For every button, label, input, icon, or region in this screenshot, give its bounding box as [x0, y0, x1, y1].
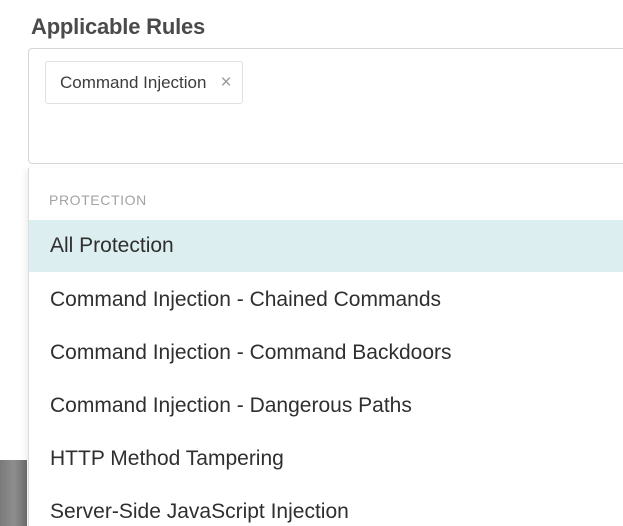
group-header-protection: PROTECTION [49, 192, 147, 208]
option-http-method-tampering[interactable]: HTTP Method Tampering [29, 433, 623, 485]
rules-dropdown-menu: PROTECTION All Protection Command Inject… [28, 168, 623, 526]
option-server-side-javascript-injection[interactable]: Server-Side JavaScript Injection [29, 486, 623, 526]
selected-rule-chip: Command Injection × [45, 61, 243, 104]
field-label: Applicable Rules [31, 14, 206, 39]
close-icon[interactable]: × [220, 73, 231, 92]
option-command-injection-chained-commands[interactable]: Command Injection - Chained Commands [29, 274, 623, 326]
option-command-injection-dangerous-paths[interactable]: Command Injection - Dangerous Paths [29, 380, 623, 432]
chip-label: Command Injection [60, 72, 207, 92]
option-all-protection[interactable]: All Protection [29, 220, 623, 272]
background-panel-edge [0, 460, 27, 526]
applicable-rules-multiselect[interactable]: Command Injection × [28, 48, 623, 164]
option-command-injection-command-backdoors[interactable]: Command Injection - Command Backdoors [29, 327, 623, 379]
rules-selector-screen: Applicable Rules Command Injection × PRO… [0, 0, 623, 526]
